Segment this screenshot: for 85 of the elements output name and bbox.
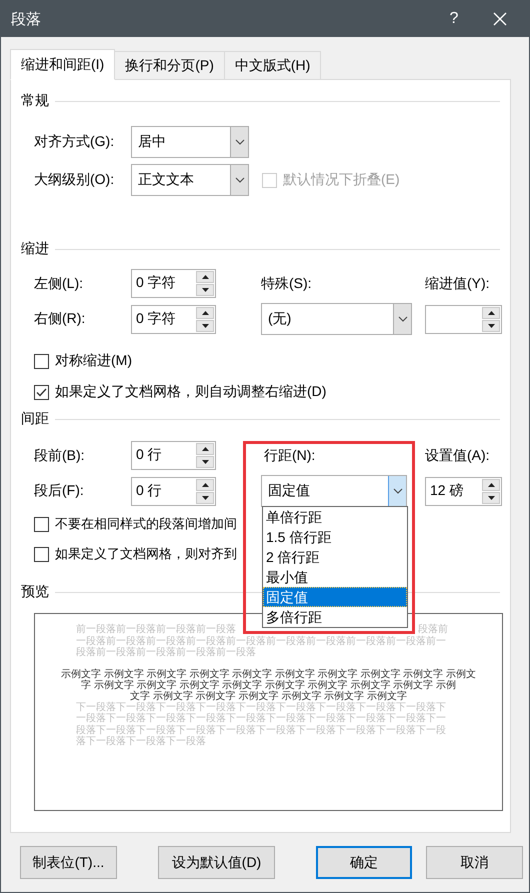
checkbox[interactable]	[34, 516, 49, 532]
increment-button[interactable]	[482, 306, 500, 318]
dialog-button[interactable]: 取消	[426, 846, 523, 879]
previous-paragraph-text: 段落前	[418, 624, 448, 636]
field-label: 缩进值(Y):	[425, 274, 491, 292]
up-arrow-icon	[202, 275, 208, 279]
field-label: 行距(N):	[263, 446, 316, 464]
section-title: 预览	[21, 583, 49, 601]
down-arrow-icon	[202, 324, 208, 328]
spin-field[interactable]: 0 行	[131, 441, 216, 470]
checkbox[interactable]	[34, 354, 49, 368]
field-label: 设置值(A):	[425, 446, 491, 464]
increment-button[interactable]	[196, 271, 214, 283]
checkbox[interactable]	[34, 384, 49, 400]
decrement-button[interactable]	[196, 492, 214, 504]
up-arrow-icon	[202, 482, 208, 486]
checkbox[interactable]	[34, 546, 49, 562]
section-title: 缩进	[21, 240, 49, 258]
previous-paragraph-text: 前一段落前一段落前一段落前一段落	[76, 624, 236, 636]
next-paragraph-text: 段落下一段落下一段落下一段落下一段落下一段落下一段落下一段落下一段落下一段	[76, 724, 446, 736]
decrement-button[interactable]	[482, 492, 500, 504]
close-icon	[493, 12, 507, 26]
field-label: 段后(F):	[34, 482, 85, 500]
window-title: 段落	[11, 10, 42, 28]
field-label: 左侧(L):	[34, 274, 84, 292]
help-button[interactable]: ?	[431, 1, 477, 37]
dialog-button[interactable]: 制表位(T)...	[20, 846, 117, 879]
checkbox-label[interactable]: 如果定义了文档网格，则自动调整右缩进(D)	[55, 383, 326, 401]
down-arrow-icon	[202, 288, 208, 292]
next-paragraph-text: 落下一段落下一段落下一段落	[76, 736, 206, 748]
checkbox-label[interactable]: 对称缩进(M)	[55, 352, 132, 370]
chevron-down-icon	[234, 177, 244, 183]
dialog-button[interactable]: 设为默认值(D)	[158, 846, 275, 879]
field-label: 特殊(S):	[261, 274, 313, 292]
field-label: 段前(B):	[34, 446, 86, 464]
increment-button[interactable]	[196, 478, 214, 490]
dropdown-button[interactable]	[230, 165, 248, 195]
checkbox-label[interactable]: 如果定义了文档网格，则对齐到	[55, 545, 237, 563]
chevron-down-icon	[392, 488, 402, 494]
spin-field[interactable]: 0 字符	[131, 269, 216, 298]
down-arrow-icon	[202, 496, 208, 500]
dropdown-button[interactable]	[393, 304, 411, 334]
section-title: 间距	[21, 410, 49, 428]
decrement-button[interactable]	[482, 320, 500, 332]
spin-field[interactable]: 12 磅	[425, 476, 502, 506]
next-paragraph-text: 下一段落下一段落下一段落下一段落下一段落下一段落下一段落下一段落下一段落下	[76, 702, 446, 712]
sample-text: 文字 示例文字 示例文字 示例文字 示例文字 示例文字 示例文字	[129, 690, 408, 702]
sample-text: 示例文字 示例文字 示例文字 示例文字 示例文字 示例文字 示例文字 示例文字 示例文字 示例文	[60, 668, 477, 680]
dropdown-button[interactable]	[388, 476, 406, 506]
increment-button[interactable]	[482, 478, 500, 490]
dropdown-field[interactable]: 居中	[131, 126, 249, 158]
chevron-down-icon	[398, 316, 408, 322]
field-label: 对齐方式(G):	[34, 133, 116, 151]
next-paragraph-text: 一段落下一段落下一段落下一段落下一段落下一段落下一段落下一段落下一段落下一	[76, 713, 446, 724]
decrement-button[interactable]	[196, 284, 214, 296]
field-label: 右侧(R):	[34, 310, 86, 328]
field-label: 大纲级别(O):	[34, 171, 116, 189]
spin-field[interactable]: 0 字符	[131, 304, 216, 334]
increment-button[interactable]	[196, 443, 214, 455]
tab[interactable]: 中文版式(H)	[224, 51, 322, 80]
previous-paragraph-text: 一段落前一段落前一段落前一段落前一段落前一段落前一段落前一段落前一段落前一	[76, 636, 446, 646]
up-arrow-icon	[488, 310, 494, 314]
down-arrow-icon	[488, 324, 494, 328]
section-title: 常规	[21, 92, 49, 110]
spin-field[interactable]: 0 行	[131, 476, 216, 506]
checkbox-label[interactable]: 不要在相同样式的段落间增加间	[55, 515, 237, 533]
down-arrow-icon	[488, 496, 494, 500]
increment-button[interactable]	[196, 306, 214, 318]
up-arrow-icon	[202, 447, 208, 451]
spin-field[interactable]	[425, 304, 502, 334]
chevron-down-icon	[234, 139, 244, 145]
dropdown-field[interactable]: 正文文本	[131, 164, 249, 196]
dropdown-field[interactable]: 固定值	[261, 475, 407, 507]
decrement-button[interactable]	[196, 320, 214, 332]
dropdown-option[interactable]: 固定值	[263, 587, 407, 607]
dialog-button[interactable]: 确定	[316, 846, 412, 879]
dropdown-field[interactable]: (无)	[261, 303, 412, 335]
dropdown-button[interactable]	[230, 127, 248, 157]
sample-text: 字 示例文字 示例文字 示例文字 示例文字 示例文字 示例文字 示例文字 示例文字 示例	[80, 680, 457, 690]
decrement-button[interactable]	[196, 456, 214, 468]
previous-paragraph-text: 段落前一段落前一段落前一段落前一段落	[76, 647, 256, 658]
up-arrow-icon	[202, 310, 208, 314]
tab[interactable]: 缩进和间距(I)	[10, 49, 116, 80]
down-arrow-icon	[202, 460, 208, 464]
up-arrow-icon	[488, 482, 494, 486]
